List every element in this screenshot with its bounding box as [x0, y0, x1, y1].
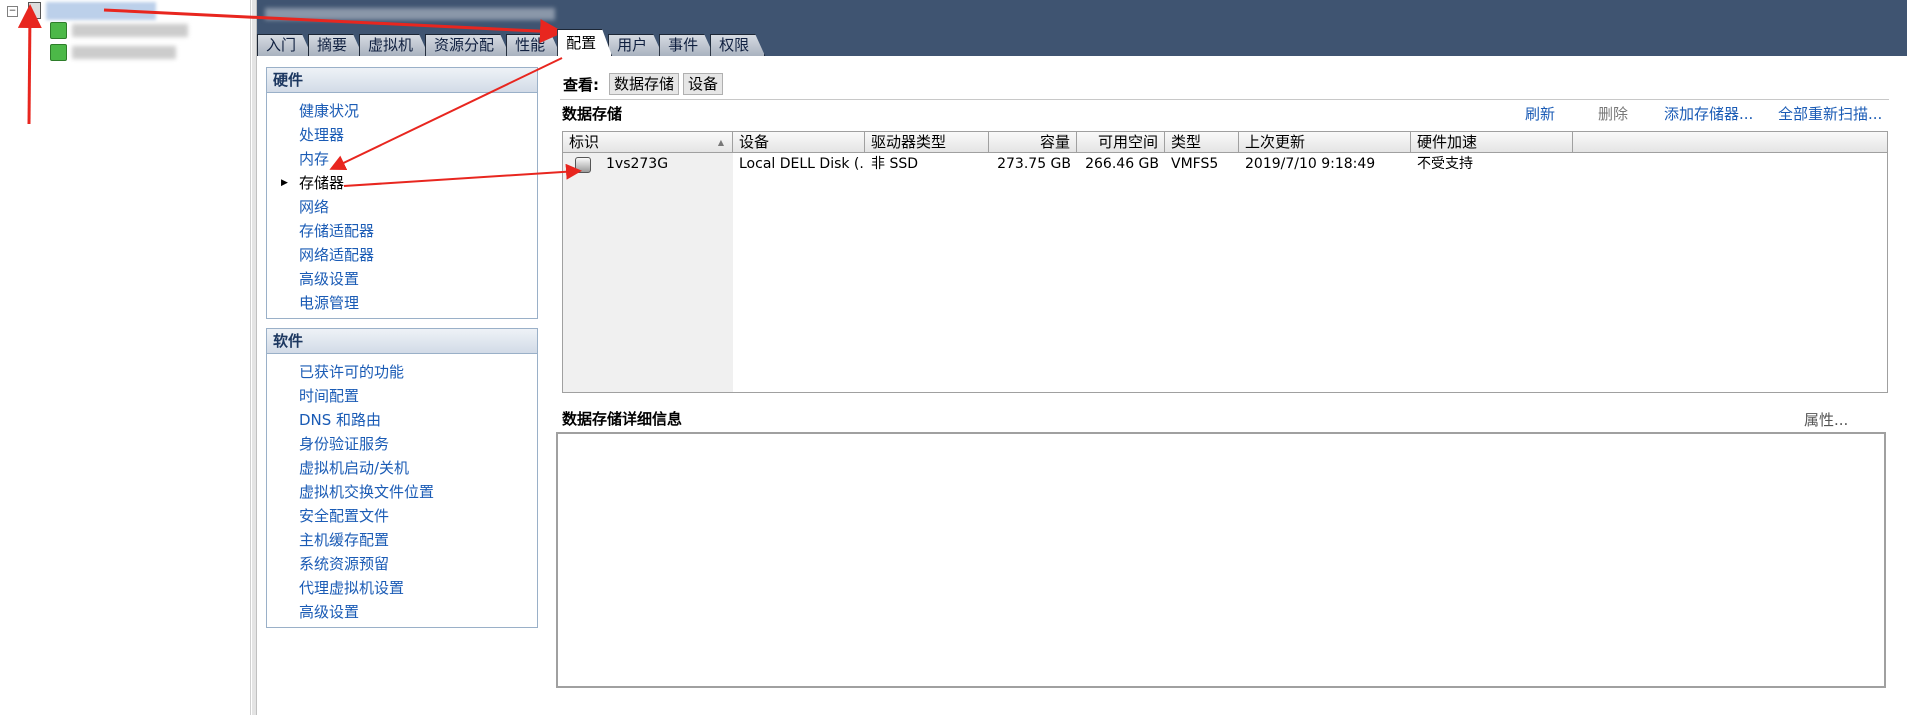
sw-item-host-cache[interactable]: 主机缓存配置 [299, 528, 537, 552]
sw-item-security-profile[interactable]: 安全配置文件 [299, 504, 537, 528]
host-title [265, 8, 555, 20]
selected-arrow-icon: ▶ [281, 178, 288, 188]
view-switcher: 查看: 数据存储 设备 [563, 73, 727, 95]
sw-item-dns-routing[interactable]: DNS 和路由 [299, 408, 537, 432]
tab-events[interactable]: 事件 [659, 34, 714, 56]
minus-box-icon[interactable]: − [7, 6, 18, 17]
datastores-table: 标识 ▲ 设备 驱动器类型 容量 可用空间 类型 上次更新 硬件加速 1vs273… [562, 131, 1888, 393]
vm-icon[interactable] [50, 22, 67, 39]
view-label: 查看: [563, 75, 599, 94]
col-last-update[interactable]: 上次更新 [1239, 132, 1411, 152]
inventory-tree: − [0, 0, 251, 715]
host-node-label[interactable] [46, 2, 156, 20]
col-type[interactable]: 类型 [1165, 132, 1239, 152]
tab-performance[interactable]: 性能 [506, 34, 561, 56]
sw-item-advanced-settings[interactable]: 高级设置 [299, 600, 537, 624]
vm-node-label[interactable] [72, 46, 176, 59]
sw-item-auth-services[interactable]: 身份验证服务 [299, 432, 537, 456]
tab-permissions[interactable]: 权限 [710, 34, 765, 56]
server-icon[interactable] [28, 2, 41, 19]
hw-item-processors[interactable]: 处理器 [299, 123, 537, 147]
rescan-all-link[interactable]: 全部重新扫描... [1778, 103, 1882, 124]
cell-free: 266.46 GB [1085, 156, 1159, 172]
tab-resource-allocation[interactable]: 资源分配 [425, 34, 510, 56]
details-panel [556, 432, 1886, 688]
hw-item-networking[interactable]: 网络 [299, 195, 537, 219]
tab-getting-started[interactable]: 入门 [257, 34, 312, 56]
table-header: 标识 ▲ 设备 驱动器类型 容量 可用空间 类型 上次更新 硬件加速 [563, 132, 1887, 153]
hw-item-storage-adapters[interactable]: 存储适配器 [299, 219, 537, 243]
col-empty [1573, 132, 1887, 152]
vm-node-label[interactable] [72, 24, 188, 37]
cell-device: Local DELL Disk (... [739, 156, 865, 172]
tab-users[interactable]: 用户 [608, 34, 663, 56]
cell-hw-accel: 不受支持 [1417, 156, 1473, 172]
col-capacity[interactable]: 容量 [989, 132, 1077, 152]
col-device[interactable]: 设备 [733, 132, 865, 152]
sw-item-time-configuration[interactable]: 时间配置 [299, 384, 537, 408]
splitter[interactable] [252, 0, 257, 715]
datastore-icon [575, 157, 591, 173]
vm-icon[interactable] [50, 44, 67, 61]
view-devices-button[interactable]: 设备 [683, 73, 724, 95]
delete-link[interactable]: 删除 [1598, 103, 1628, 124]
col-identification[interactable]: 标识 ▲ [563, 132, 733, 152]
software-title: 软件 [267, 329, 537, 354]
col-free[interactable]: 可用空间 [1077, 132, 1165, 152]
divider [560, 99, 1889, 100]
col-hw-accel[interactable]: 硬件加速 [1411, 132, 1573, 152]
software-panel: 软件 已获许可的功能 时间配置 DNS 和路由 身份验证服务 虚拟机启动/关机 … [266, 328, 538, 628]
table-row[interactable]: 1vs273G Local DELL Disk (... 非 SSD 273.7… [563, 154, 1887, 174]
details-title: 数据存储详细信息 [562, 410, 683, 428]
refresh-link[interactable]: 刷新 [1525, 103, 1555, 124]
add-storage-link[interactable]: 添加存储器... [1664, 103, 1753, 124]
hardware-title: 硬件 [267, 68, 537, 93]
sw-item-agent-vm-settings[interactable]: 代理虚拟机设置 [299, 576, 537, 600]
hw-item-memory[interactable]: 内存 [299, 147, 537, 171]
tab-summary[interactable]: 摘要 [308, 34, 363, 56]
id-column-bg [563, 153, 733, 392]
cell-last-update: 2019/7/10 9:18:49 [1245, 156, 1376, 172]
hw-item-storage[interactable]: ▶ 存储器 [281, 171, 537, 195]
sw-item-licensed-features[interactable]: 已获许可的功能 [299, 360, 537, 384]
hw-item-advanced-settings[interactable]: 高级设置 [299, 267, 537, 291]
col-identification-label: 标识 [569, 133, 600, 151]
col-drive-type[interactable]: 驱动器类型 [865, 132, 989, 152]
cell-capacity: 273.75 GB [997, 156, 1071, 172]
datastores-title: 数据存储 [562, 105, 623, 123]
properties-link[interactable]: 属性... [1804, 409, 1848, 430]
sw-item-swapfile-location[interactable]: 虚拟机交换文件位置 [299, 480, 537, 504]
sort-ascending-icon: ▲ [717, 138, 724, 147]
hw-item-storage-label: 存储器 [299, 174, 345, 192]
host-header: 入门 摘要 虚拟机 资源分配 性能 配置 用户 事件 权限 [257, 0, 1907, 56]
cell-identification: 1vs273G [606, 156, 669, 172]
sw-item-resource-reservation[interactable]: 系统资源预留 [299, 552, 537, 576]
view-datastores-button[interactable]: 数据存储 [609, 73, 680, 95]
cell-type: VMFS5 [1171, 156, 1219, 172]
hw-item-health[interactable]: 健康状况 [299, 99, 537, 123]
tab-configuration[interactable]: 配置 [557, 29, 612, 56]
tab-bar: 入门 摘要 虚拟机 资源分配 性能 配置 用户 事件 权限 [257, 32, 761, 56]
sw-item-vm-startup[interactable]: 虚拟机启动/关机 [299, 456, 537, 480]
hw-item-network-adapters[interactable]: 网络适配器 [299, 243, 537, 267]
cell-drive-type: 非 SSD [871, 156, 919, 172]
hw-item-power-management[interactable]: 电源管理 [299, 291, 537, 315]
hardware-panel: 硬件 健康状况 处理器 内存 ▶ 存储器 网络 存储适配器 网络适配器 高级设置 … [266, 67, 538, 319]
tab-virtual-machines[interactable]: 虚拟机 [359, 34, 429, 56]
